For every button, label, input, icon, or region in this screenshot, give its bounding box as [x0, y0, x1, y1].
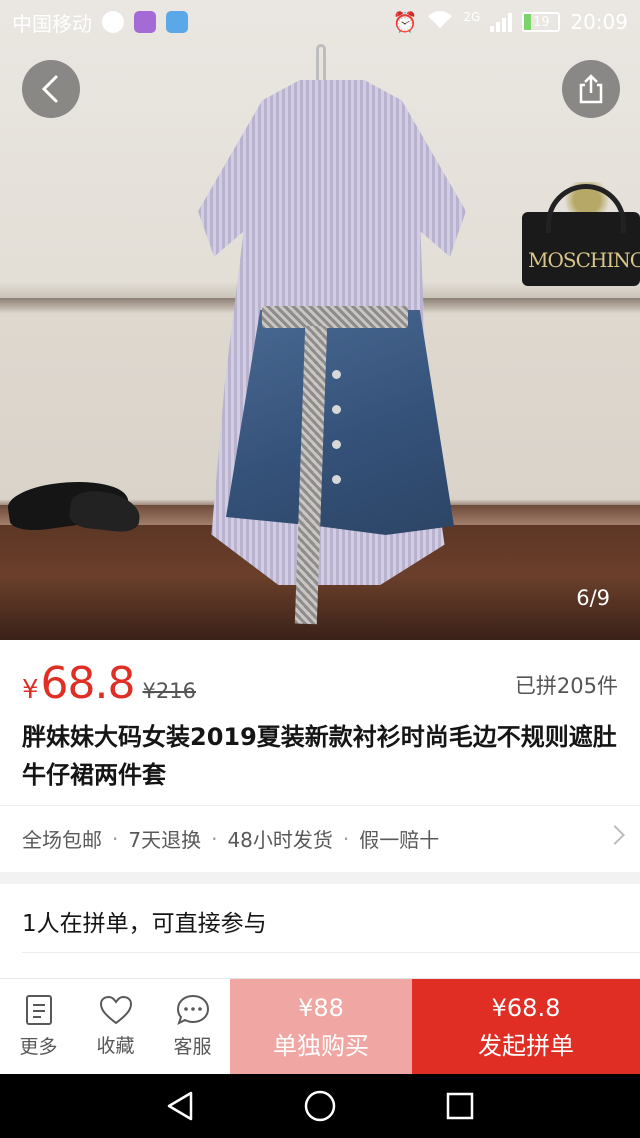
- skirt-button: [332, 475, 341, 484]
- sold-count: 已拼205件: [514, 674, 618, 698]
- carrier: 中国移动: [12, 11, 92, 36]
- service-item: 全场包邮: [22, 828, 102, 852]
- battery-level: 19: [533, 14, 550, 30]
- favorite-label: 收藏: [96, 1035, 135, 1057]
- share-button[interactable]: [562, 60, 620, 118]
- shoe: [68, 488, 142, 534]
- group-buy-title: 1人在拼单，可直接参与: [22, 911, 267, 937]
- service-separator: ·: [112, 826, 119, 851]
- wifi-icon: [427, 10, 453, 35]
- chevron-left-icon: [41, 75, 58, 103]
- signal-icon: [490, 12, 513, 32]
- denim-skirt: [226, 310, 454, 535]
- back-triangle-icon[interactable]: [163, 1089, 197, 1123]
- chevron-right-icon: [605, 825, 625, 845]
- bag-logo: MOSCHINO: [528, 248, 640, 272]
- network-type: 2G: [463, 9, 481, 24]
- product-title: 胖妹妹大码女装2019夏装新款衬衫时尚毛边不规则遮肚牛仔裙两件套: [22, 723, 617, 789]
- chat-icon: [176, 994, 209, 1025]
- currency-symbol: ¥: [22, 675, 39, 705]
- group-price-label: ¥68.8: [491, 994, 561, 1022]
- product-info: ¥ 68.8 ¥216 已拼205件 胖妹妹大码女装2019夏装新款衬衫时尚毛边…: [0, 640, 640, 872]
- group-buy-section[interactable]: 1人在拼单，可直接参与: [0, 884, 640, 984]
- service-item: 7天退换: [128, 828, 202, 852]
- customer-service-label: 客服: [173, 1036, 212, 1058]
- buy-alone-button[interactable]: ¥88 单独购买: [230, 979, 412, 1075]
- home-circle-icon[interactable]: [303, 1089, 337, 1123]
- solo-label: 单独购买: [273, 1032, 369, 1060]
- group-label: 发起拼单: [478, 1032, 574, 1060]
- more-button[interactable]: 更多: [0, 979, 77, 1074]
- gallery-app-icon: [134, 11, 156, 33]
- product-image[interactable]: MOSCHINO: [0, 0, 640, 640]
- service-item: 假一赔十: [359, 828, 440, 852]
- service-separator: ·: [342, 826, 350, 851]
- battery-icon: 19: [522, 12, 561, 32]
- list-icon: [25, 995, 52, 1025]
- skirt-button: [332, 440, 341, 449]
- divider: [22, 952, 640, 953]
- service-separator: ·: [211, 826, 218, 851]
- favorite-button[interactable]: 收藏: [77, 979, 154, 1074]
- qq-icon: [102, 11, 124, 33]
- alarm-icon: ⏰: [392, 10, 418, 34]
- system-nav-bar: [0, 1074, 640, 1138]
- app-icon: [166, 11, 188, 33]
- back-button[interactable]: [22, 60, 80, 118]
- clock: 20:09: [570, 10, 628, 34]
- skirt-button: [332, 405, 341, 414]
- original-price: ¥216: [142, 679, 196, 703]
- recents-square-icon[interactable]: [443, 1089, 477, 1123]
- image-pager: 6/9: [576, 586, 610, 610]
- service-guarantees[interactable]: 全场包邮 · 7天退换 · 48小时发货 · 假一赔十: [0, 805, 640, 871]
- solo-price: ¥88: [298, 994, 344, 1022]
- heart-icon: [99, 995, 132, 1025]
- status-bar: 中国移动 ⏰ 2G 19 20:09: [0, 0, 640, 44]
- belt: [262, 306, 408, 328]
- skirt-button: [332, 370, 341, 379]
- more-label: 更多: [19, 1036, 58, 1058]
- start-group-button[interactable]: ¥68.8 发起拼单: [412, 979, 640, 1075]
- bottom-action-bar: 更多 收藏 客服 ¥88 单独购买 ¥68.8 发起拼单: [0, 978, 640, 1075]
- customer-service-button[interactable]: 客服: [154, 979, 231, 1074]
- share-icon: [579, 74, 603, 104]
- group-price: 68.8: [40, 658, 136, 709]
- service-item: 48小时发货: [227, 828, 333, 852]
- price-row: ¥ 68.8 ¥216: [22, 658, 196, 709]
